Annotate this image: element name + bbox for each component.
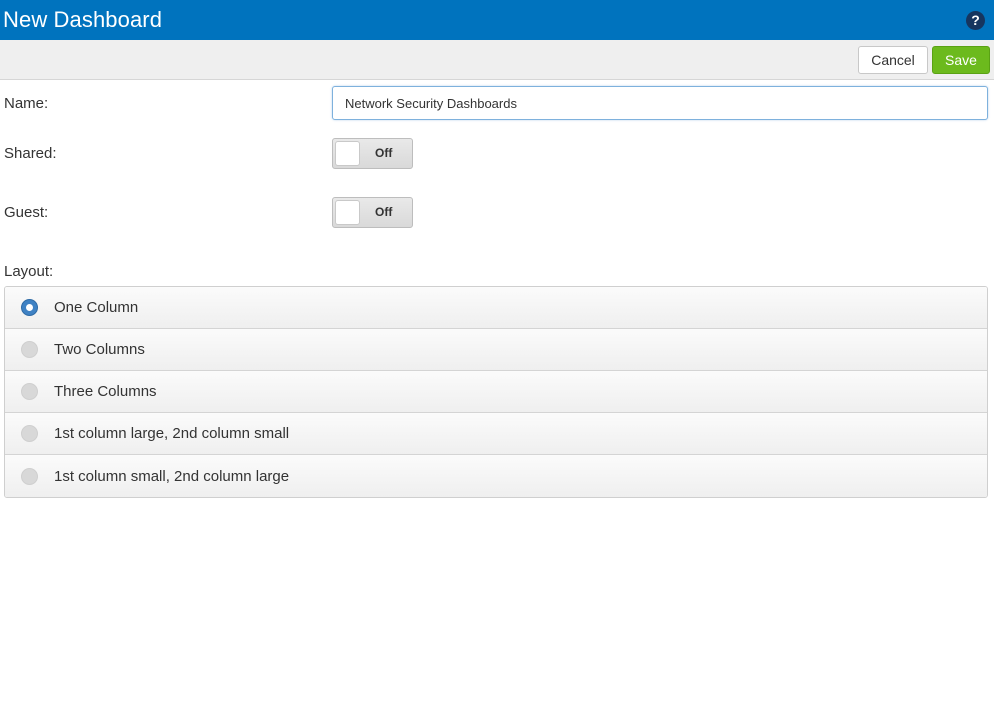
toolbar: Cancel Save [0,40,994,80]
shared-label: Shared: [4,145,57,162]
radio-button[interactable] [21,383,38,400]
layout-option-small-large[interactable]: 1st column small, 2nd column large [5,455,987,497]
name-input[interactable] [332,86,988,120]
name-label: Name: [4,95,49,112]
radio-button[interactable] [21,425,38,442]
help-icon[interactable]: ? [966,10,985,30]
layout-option-label: 1st column large, 2nd column small [54,425,290,442]
shared-toggle[interactable]: Off [332,138,413,169]
layout-option-one-column[interactable]: One Column [5,287,987,329]
page-title: New Dashboard [3,7,163,32]
layout-option-label: 1st column small, 2nd column large [54,467,290,485]
radio-button[interactable] [21,467,38,485]
save-button[interactable]: Save [932,46,990,74]
radio-button[interactable] [21,341,38,358]
radio-button[interactable] [21,299,38,316]
cancel-button[interactable]: Cancel [858,46,928,74]
guest-toggle[interactable]: Off [332,197,413,228]
toggle-knob [335,200,360,225]
title-bar: New Dashboard ? [0,0,994,40]
layout-option-large-small[interactable]: 1st column large, 2nd column small [5,413,987,455]
layout-option-three-columns[interactable]: Three Columns [5,371,987,413]
toggle-state: Off [375,146,393,160]
layout-option-label: One Column [54,299,139,316]
layout-option-label: Three Columns [54,383,157,400]
toggle-state: Off [375,205,393,219]
layout-label: Layout: [4,263,54,280]
layout-options: One Column Two Columns Three Columns 1st… [4,286,988,498]
toggle-knob [335,141,360,166]
guest-label: Guest: [4,204,49,221]
layout-option-two-columns[interactable]: Two Columns [5,329,987,371]
layout-option-label: Two Columns [54,341,145,358]
